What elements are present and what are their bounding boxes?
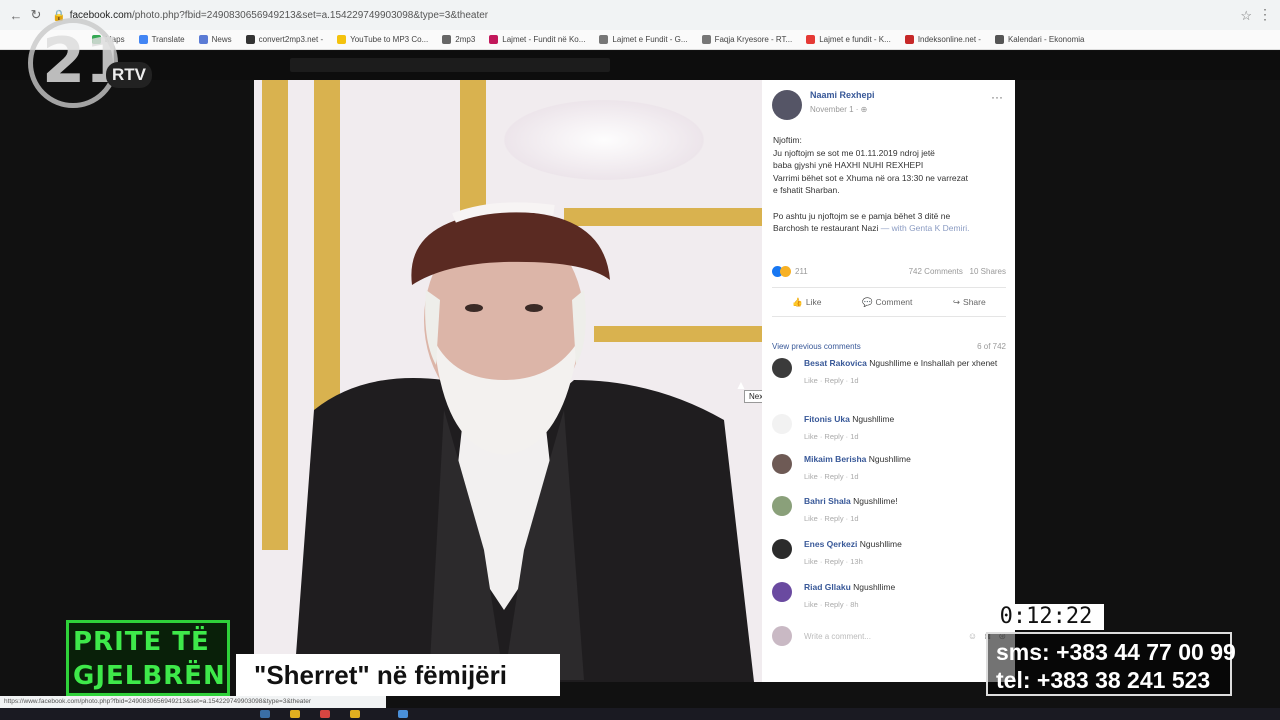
comment-text: Ngushllime e Inshallah per xhenet [869,358,998,368]
emoji-icon[interactable]: ☺ [968,631,977,641]
view-previous-comments-link[interactable]: View previous comments [772,342,861,351]
comment-meta[interactable]: Like · Reply · 1d [804,514,898,523]
commenter-avatar[interactable] [772,496,792,516]
show-logo-line2: GJELBRËN [73,661,226,691]
post-author[interactable]: Naami Rexhepi November 1 · ⊕ [772,90,875,120]
commenter-name[interactable]: Fitonis Uka [804,414,850,424]
os-taskbar [0,708,1280,720]
comment-meta[interactable]: Like · Reply · 8h [804,600,895,609]
comment-item: Enes Qerkezi Ngushllime Like · Reply · 1… [772,539,1006,566]
taskbar-app-icon[interactable] [260,710,270,718]
thumbs-up-icon: 👍 [792,296,803,307]
tel-number: tel: +383 38 241 523 [996,667,1211,693]
commenter-avatar[interactable] [772,358,792,378]
address-bar[interactable]: ← ↻ 🔒 facebook.com/photo.php?fbid=249083… [0,0,1280,30]
commenter-avatar[interactable] [772,414,792,434]
taskbar-app-icon[interactable] [350,710,360,718]
bookmark-item[interactable]: Lajmet e Fundit - G... [599,35,688,44]
facebook-topbar [0,51,1280,80]
commenter-name[interactable]: Bahri Shala [804,496,851,506]
channel-logo: 21 RTV [28,18,152,108]
commenter-avatar[interactable] [772,454,792,474]
bookmark-item[interactable]: convert2mp3.net - [245,35,323,44]
shares-count[interactable]: 10 Shares [970,267,1006,276]
bookmark-item[interactable]: Lajmet e fundit - K... [806,35,891,44]
back-icon[interactable]: ← [6,8,26,23]
comment-meta[interactable]: Like · Reply · 1d [804,472,911,481]
commenter-name[interactable]: Enes Qerkezi [804,539,857,549]
comment-icon: 💬 [861,296,873,307]
commenter-name[interactable]: Riad Gllaku [804,582,851,592]
comment-item: Bahri Shala Ngushllime! Like · Reply · 1… [772,496,1006,523]
share-icon: ↪ [952,296,961,307]
like-button[interactable]: 👍 Like [792,297,821,308]
commenter-avatar[interactable] [772,582,792,602]
comments-pager: 6 of 742 [977,342,1006,351]
comment-item: Mikaim Berisha Ngushllime Like · Reply ·… [772,454,1006,481]
taskbar-app-icon[interactable] [398,710,408,718]
comment-input[interactable]: Write a comment... [804,632,960,641]
post-sidebar: Naami Rexhepi November 1 · ⊕ ··· Njoftim… [762,80,1015,682]
comment-item: Besat Rakovica Ngushllime e Inshallah pe… [772,358,1006,385]
comment-text: Ngushllime [859,539,902,549]
bookmark-star-icon[interactable]: ☆ [1240,8,1252,24]
sms-number: sms: +383 44 77 00 99 [996,639,1236,665]
channel-brand: RTV [106,62,152,88]
bookmark-item[interactable]: Indeksonline.net - [904,35,981,44]
comment-button[interactable]: 💬 Comment [862,297,912,308]
bookmark-item[interactable]: Translate [138,35,185,44]
comment-meta[interactable]: Like · Reply · 1d [804,376,997,385]
post-photo[interactable] [254,80,762,682]
author-avatar[interactable] [772,90,802,120]
headline-caption: "Sherret" në fëmijëri [236,654,560,696]
comment-meta[interactable]: Like · Reply · 13h [804,557,902,566]
url-text[interactable]: facebook.com/photo.php?fbid=249083065694… [70,10,488,21]
browser-menu-icon[interactable]: ⋮ [1258,6,1272,23]
contact-box: sms: +383 44 77 00 99 tel: +383 38 241 5… [986,632,1236,696]
comment-text: Ngushllime! [853,496,898,506]
comments-header: View previous comments 6 of 742 [772,342,1006,351]
share-button[interactable]: ↪ Share [953,297,986,308]
tagged-user-link[interactable]: — with Genta K Demiri. [881,223,970,233]
bookmark-item[interactable]: Kalendari - Ekonomia [994,35,1084,44]
comment-item: Fitonis Uka Ngushllime Like · Reply · 1d [772,414,1006,441]
my-avatar [772,626,792,646]
post-actions: 👍 Like 💬 Comment ↪ Share [772,287,1006,317]
link-status-bar: https://www.facebook.com/photo.php?fbid=… [0,696,386,708]
comment-item: Riad Gllaku Ngushllime Like · Reply · 8h [772,582,1006,609]
taskbar-app-icon[interactable] [320,710,330,718]
commenter-avatar[interactable] [772,539,792,559]
bookmark-item[interactable]: YouTube to MP3 Co... [337,35,428,44]
post-stats: 211 742 Comments 10 Shares [772,266,1006,277]
post-date[interactable]: November 1 · ⊕ [810,105,875,114]
broadcast-clock: 0:12:22 [988,604,1104,630]
comments-count[interactable]: 742 Comments [909,267,963,276]
reactions-count[interactable]: 211 [772,266,808,277]
commenter-name[interactable]: Mikaim Berisha [804,454,866,464]
bookmark-item[interactable]: Faqja Kryesore - RT... [701,35,792,44]
haha-reaction-icon [780,266,791,277]
post-options-icon[interactable]: ··· [991,90,1003,104]
write-comment-row: Write a comment... ☺ ◙ ⊛ [772,626,1006,646]
commenter-name[interactable]: Besat Rakovica [804,358,867,368]
comment-text: Ngushllime [868,454,911,464]
portrait-photo [294,202,754,682]
taskbar-app-icon[interactable] [290,710,300,718]
comment-text: Ngushllime [853,582,896,592]
author-name[interactable]: Naami Rexhepi [810,90,875,100]
facebook-search-input[interactable] [290,58,610,72]
comment-text: Ngushllime [852,414,895,424]
bookmark-item[interactable]: 2mp3 [442,35,475,44]
comment-meta[interactable]: Like · Reply · 1d [804,432,894,441]
bookmark-item[interactable]: News [198,35,232,44]
show-logo: PRITE TË GJELBRËN [66,620,230,696]
show-logo-line1: PRITE TË [73,627,210,657]
post-text: Njoftim: Ju njoftojm se sot me 01.11.201… [773,135,970,233]
bookmarks-bar: Maps Translate News convert2mp3.net - Yo… [0,30,1280,50]
bookmark-item[interactable]: Lajmet - Fundit në Ko... [489,35,585,44]
